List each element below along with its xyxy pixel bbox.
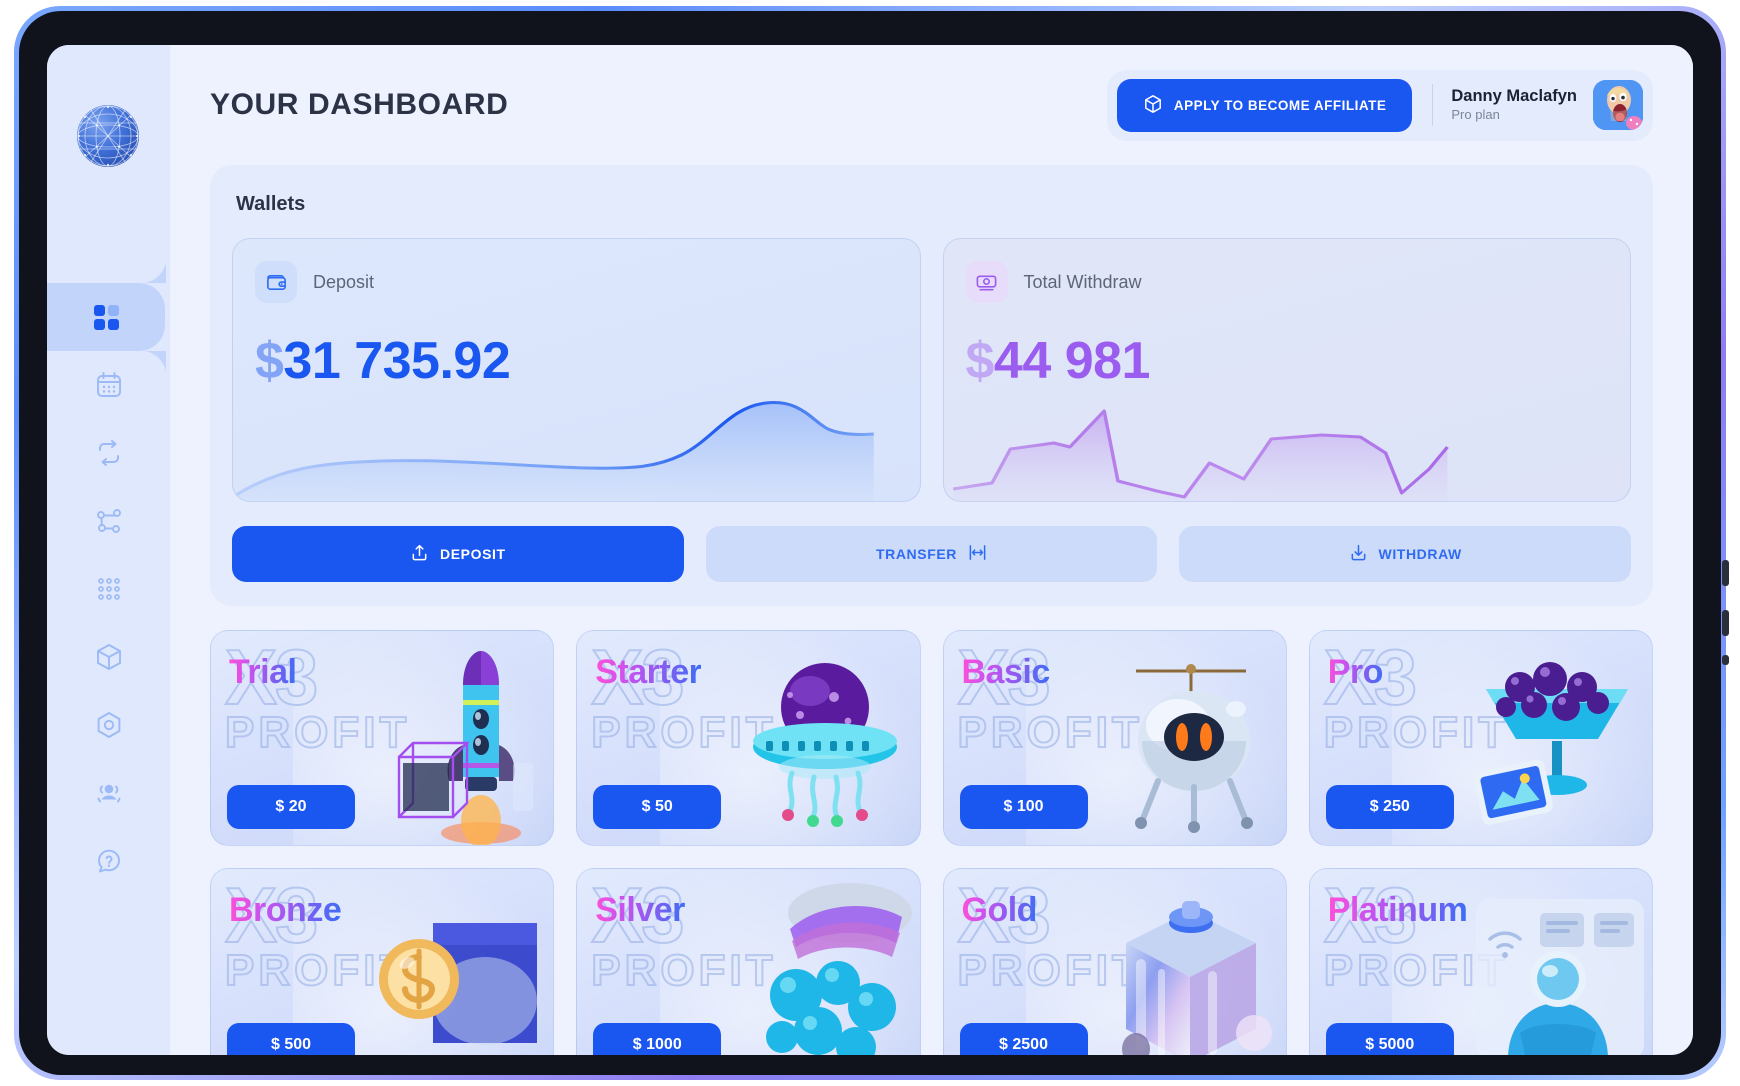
globe-network-logo[interactable]: [77, 105, 139, 167]
coin-art: [363, 883, 553, 1055]
wallet-actions: DEPOSIT TRANSFER WITHDRAW: [232, 526, 1632, 582]
user-name: Danny Maclafyn: [1451, 86, 1577, 105]
deposit-button[interactable]: DEPOSIT: [232, 526, 684, 582]
avatar[interactable]: [1593, 80, 1643, 130]
cube-icon: [94, 642, 124, 672]
plan-price-button[interactable]: $ 1000: [593, 1023, 722, 1055]
apply-to-become-affiliate-button[interactable]: APPLY TO BECOME AFFILIATE: [1116, 78, 1413, 132]
plans-grid: X3 PROFIT Trial: [210, 630, 1653, 1055]
robot-art: [1096, 645, 1286, 845]
plan-price-button[interactable]: $ 50: [593, 785, 722, 829]
device-art: [1462, 883, 1652, 1055]
plan-price-button[interactable]: $ 100: [959, 785, 1088, 829]
plan-card[interactable]: X3 PROFIT Starter: [576, 630, 921, 846]
user-meta[interactable]: Danny Maclafyn Pro plan: [1451, 86, 1577, 125]
plan-price-button[interactable]: $ 500: [227, 1023, 355, 1055]
sidebar-item-transfers[interactable]: [47, 419, 170, 487]
transfer-button-label: TRANSFER: [875, 546, 958, 562]
device-frame: YOUR DASHBOARD APPLY TO BECOME AFFILIATE: [0, 0, 1740, 1086]
sidebar-item-dashboard[interactable]: [47, 283, 165, 351]
wallet-icon: [255, 261, 297, 303]
repeat-icon: [94, 438, 124, 468]
download-icon: [1349, 543, 1368, 565]
sidebar-item-team[interactable]: [47, 759, 170, 827]
wallet-card-label: Total Withdraw: [1023, 271, 1142, 292]
sidebar-item-support[interactable]: [47, 827, 170, 895]
app-screen: YOUR DASHBOARD APPLY TO BECOME AFFILIATE: [47, 45, 1693, 1055]
wallet-card-total-withdraw[interactable]: Total Withdraw $44 981: [942, 238, 1631, 502]
sidebar-item-network[interactable]: [47, 487, 170, 555]
plan-price-button[interactable]: $ 5000: [1325, 1023, 1454, 1055]
bubbles-art: [730, 883, 920, 1055]
sidebar: [47, 45, 170, 1055]
help-icon: [94, 846, 124, 876]
user-plan: Pro plan: [1451, 107, 1500, 123]
user-divider: [1432, 84, 1434, 126]
deposit-button-label: DEPOSIT: [440, 546, 506, 562]
sidebar-nav: [47, 283, 170, 895]
device-power-button[interactable]: [1722, 655, 1729, 665]
wallets-panel: Wallets Deposit $31 735.92 Total Withdra…: [210, 165, 1653, 606]
sidebar-item-matrix[interactable]: [47, 555, 170, 623]
withdraw-sparkline-chart: [944, 371, 1631, 501]
plan-name: Silver: [595, 891, 685, 929]
topbar: YOUR DASHBOARD APPLY TO BECOME AFFILIATE: [210, 45, 1653, 165]
wallet-row: Deposit $31 735.92 Total Withdraw $44 98…: [232, 238, 1631, 502]
plan-card[interactable]: X3 PROFIT Trial: [210, 630, 555, 846]
plan-name: Trial: [229, 653, 297, 691]
cube-art: [1096, 883, 1286, 1055]
plan-name: Platinum: [1327, 891, 1468, 929]
withdraw-button[interactable]: WITHDRAW: [1179, 526, 1632, 582]
sidebar-item-calendar[interactable]: [47, 351, 170, 419]
wallets-title: Wallets: [236, 193, 306, 215]
plan-name: Pro: [1327, 653, 1384, 691]
affiliate-button-label: APPLY TO BECOME AFFILIATE: [1173, 97, 1387, 113]
wallet-card-header: Total Withdraw: [944, 239, 1631, 303]
wallet-card-label: Deposit: [313, 271, 375, 292]
device-volume-up-button[interactable]: [1722, 560, 1729, 586]
plan-card[interactable]: X3 PROFIT Pro: [1308, 630, 1653, 846]
plan-name: Gold: [961, 891, 1038, 929]
users-icon: [94, 778, 124, 808]
plan-price-button[interactable]: $ 20: [227, 785, 355, 829]
deposit-sparkline-chart: [233, 371, 920, 501]
plan-name: Basic: [961, 653, 1051, 691]
user-area: APPLY TO BECOME AFFILIATE Danny Maclafyn…: [1106, 69, 1653, 141]
calendar-icon: [94, 370, 124, 400]
sidebar-item-packages[interactable]: [47, 623, 170, 691]
plan-card[interactable]: X3 PROFIT Basic: [942, 630, 1287, 846]
sidebar-item-tokens[interactable]: [47, 691, 170, 759]
rocket-art: [363, 645, 553, 845]
orbs-art: [1462, 645, 1652, 845]
plan-card[interactable]: X3 PROFIT Platinum: [1308, 868, 1653, 1055]
plan-name: Bronze: [229, 891, 342, 929]
hexagon-icon: [94, 710, 124, 740]
dots-grid-icon: [94, 574, 124, 604]
ufo-art: [730, 645, 920, 845]
page-title: YOUR DASHBOARD: [210, 88, 509, 121]
plan-card[interactable]: X3 PROFIT Gold: [942, 868, 1287, 1055]
upload-icon: [410, 543, 429, 565]
banknote-icon: [965, 261, 1008, 303]
wallet-card-header: Deposit: [233, 239, 920, 303]
withdraw-button-label: WITHDRAW: [1378, 546, 1462, 562]
plan-name: Starter: [595, 653, 702, 691]
plan-card[interactable]: X3 PROFIT Silver: [576, 868, 921, 1055]
box-icon: [1143, 94, 1163, 117]
plan-price-button[interactable]: $ 2500: [959, 1023, 1088, 1055]
transfer-icon: [968, 543, 987, 565]
device-volume-down-button[interactable]: [1722, 610, 1729, 636]
plan-price-button[interactable]: $ 250: [1325, 785, 1454, 829]
grid-icon: [91, 302, 121, 332]
wallet-card-deposit[interactable]: Deposit $31 735.92: [232, 238, 921, 502]
main-content: YOUR DASHBOARD APPLY TO BECOME AFFILIATE: [170, 45, 1693, 1055]
plan-card[interactable]: X3 PROFIT Bronze: [210, 868, 555, 1055]
transfer-button[interactable]: TRANSFER: [705, 526, 1158, 582]
nodes-icon: [94, 506, 124, 536]
